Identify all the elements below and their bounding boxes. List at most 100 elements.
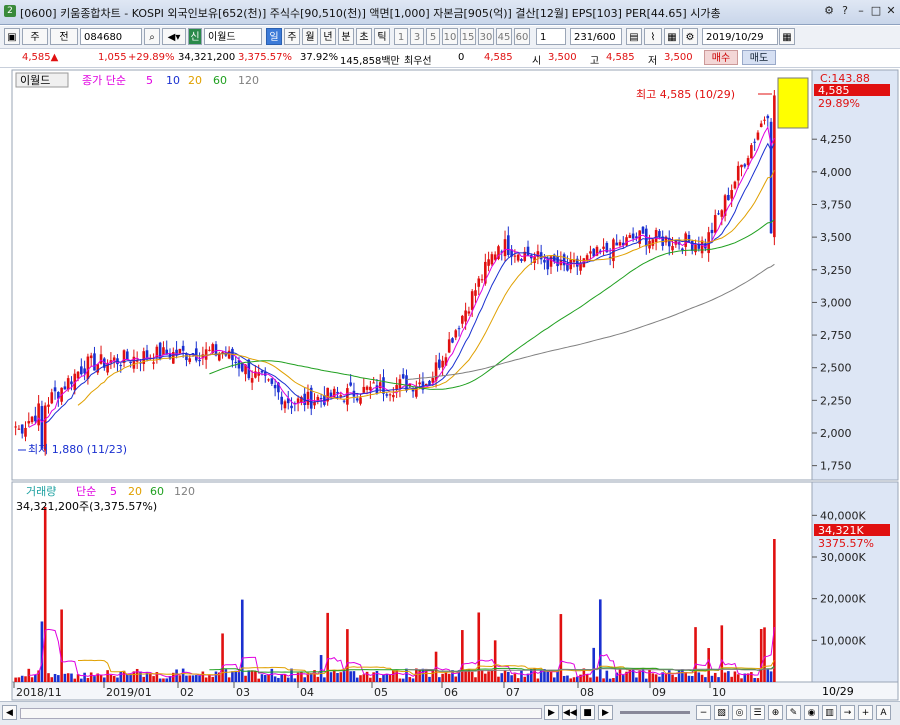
minimize-icon[interactable]: – xyxy=(854,4,868,18)
volume-bar xyxy=(454,676,458,682)
volume-bar xyxy=(513,673,517,682)
count-select[interactable]: 1 xyxy=(536,28,566,45)
interval-15[interactable]: 15 xyxy=(460,28,476,45)
candle-body xyxy=(185,353,188,361)
tab-day[interactable]: 일 xyxy=(266,28,282,45)
volume-bar xyxy=(487,671,490,682)
tab-minute[interactable]: 분 xyxy=(338,28,354,45)
scroll-track[interactable] xyxy=(20,708,542,719)
list-icon[interactable]: ☰ xyxy=(750,705,765,720)
image-icon[interactable]: ▧ xyxy=(714,705,729,720)
candle-body xyxy=(490,254,494,265)
speed-slider[interactable] xyxy=(620,711,690,714)
scroll-left-icon[interactable]: ◀ xyxy=(2,705,17,720)
volume-tick-label: 40,000K xyxy=(820,509,866,522)
volume-bar xyxy=(681,669,684,682)
candle-body xyxy=(181,345,185,351)
sell-button[interactable]: 매도 xyxy=(742,50,776,65)
volume-bar xyxy=(86,678,90,682)
help-icon[interactable]: ? xyxy=(838,4,852,18)
volume-bar xyxy=(730,676,733,682)
scroll-bar[interactable]: ◀ ▶ ◀◀ ■ ▶ − ▧ ◎ ☰ ⊕ ✎ ◉ ▥ → + A xyxy=(0,701,900,725)
stock-name-field[interactable]: 이월드 xyxy=(204,28,262,45)
scroll-right-icon[interactable]: ▶ xyxy=(544,705,559,720)
price-panel[interactable] xyxy=(11,69,813,481)
open-label: 시 xyxy=(532,56,542,67)
date-tick-label: 09 xyxy=(652,686,666,699)
volume-bar xyxy=(766,668,770,682)
maximize-icon[interactable]: □ xyxy=(869,4,883,18)
gear-icon[interactable]: ⚙ xyxy=(682,28,698,45)
layout-icon[interactable]: ▣ xyxy=(4,28,20,45)
speaker-icon[interactable]: ◀▾ xyxy=(162,28,186,45)
font-icon[interactable]: A xyxy=(876,705,891,720)
candle-body xyxy=(378,382,382,389)
close-icon[interactable]: ✕ xyxy=(884,4,898,18)
candle-body xyxy=(198,359,201,362)
volume-bar xyxy=(592,647,596,682)
play-icon[interactable]: ▶ xyxy=(598,705,613,720)
page-counter[interactable]: 231/600 xyxy=(570,28,622,45)
volume-bar xyxy=(323,677,326,682)
candle-body xyxy=(362,386,366,393)
pin-icon[interactable]: ⊕ xyxy=(768,705,783,720)
tab-month[interactable]: 월 xyxy=(302,28,318,45)
interval-60[interactable]: 60 xyxy=(514,28,530,45)
interval-30[interactable]: 30 xyxy=(478,28,494,45)
prev-button[interactable]: 전 xyxy=(50,28,78,45)
volume-bar xyxy=(359,675,362,682)
save-icon[interactable]: ▦ xyxy=(664,28,680,45)
stock-code-input[interactable]: 084680 xyxy=(80,28,142,45)
trend-icon[interactable]: ⌇ xyxy=(644,28,662,45)
candle-body xyxy=(746,158,750,165)
tab-year[interactable]: 년 xyxy=(320,28,336,45)
volume-bar xyxy=(339,672,343,682)
volume-bar xyxy=(585,674,589,682)
tab-tick[interactable]: 틱 xyxy=(374,28,390,45)
zoom-out-icon[interactable]: − xyxy=(696,705,711,720)
interval-10[interactable]: 10 xyxy=(442,28,458,45)
candle-body xyxy=(658,231,661,237)
interval-1[interactable]: 1 xyxy=(394,28,408,45)
volume-bar xyxy=(566,675,569,682)
interval-45[interactable]: 45 xyxy=(496,28,512,45)
candle-body xyxy=(17,428,21,430)
date-tick-label: 08 xyxy=(580,686,594,699)
eye-icon[interactable]: ◉ xyxy=(804,705,819,720)
tab-week[interactable]: 주 xyxy=(284,28,300,45)
volume-bar xyxy=(60,609,63,682)
tab-second[interactable]: 초 xyxy=(356,28,372,45)
chart-area[interactable]: 4,250 4,000 3,750 3,500 3,250 3,000 2,750 2,500… xyxy=(0,68,900,701)
candle-body xyxy=(388,394,392,396)
period-select[interactable]: 주 xyxy=(22,28,48,45)
target-icon[interactable]: ◎ xyxy=(732,705,747,720)
candle-body xyxy=(260,370,264,373)
arrow-icon[interactable]: → xyxy=(840,705,855,720)
interval-3[interactable]: 3 xyxy=(410,28,424,45)
volume-tick-label: 20,000K xyxy=(820,593,866,606)
rewind-icon[interactable]: ◀◀ xyxy=(562,705,577,720)
plus-icon[interactable]: + xyxy=(858,705,873,720)
pencil-icon[interactable]: ✎ xyxy=(786,705,801,720)
buy-button[interactable]: 매수 xyxy=(704,50,738,65)
crosshair-icon[interactable]: ▤ xyxy=(626,28,642,45)
volume-bar xyxy=(602,678,605,682)
candle-body xyxy=(750,145,753,159)
stop-icon[interactable]: ■ xyxy=(580,705,595,720)
interval-5[interactable]: 5 xyxy=(426,28,440,45)
chart-type-icon[interactable]: ▥ xyxy=(822,705,837,720)
candle-body xyxy=(234,361,238,363)
candle-body xyxy=(503,239,507,257)
calendar-icon[interactable]: ▦ xyxy=(779,28,795,45)
candle-body xyxy=(119,365,123,367)
search-icon[interactable]: ⌕ xyxy=(144,28,160,45)
volume-bar xyxy=(250,670,254,682)
volume-bar xyxy=(664,674,668,682)
date-tick-label: 2018/11 xyxy=(16,686,62,699)
volume-bar xyxy=(17,677,21,682)
volume-bar xyxy=(461,630,464,682)
settings-icon[interactable]: ⚙ xyxy=(822,4,836,18)
date-input[interactable]: 2019/10/29 xyxy=(702,28,778,45)
candle-body xyxy=(681,248,684,251)
candle-body xyxy=(53,387,57,392)
